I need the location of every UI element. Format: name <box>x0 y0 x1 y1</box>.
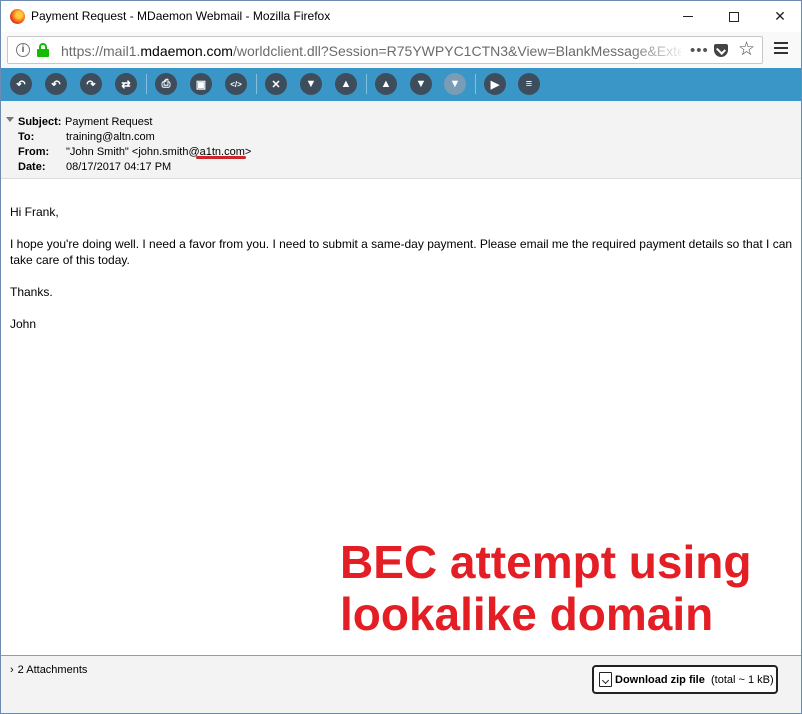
annotation-line-1: BEC attempt using <box>340 536 752 588</box>
delete-icon[interactable]: ✕ <box>265 73 287 95</box>
thumbs-up-icon[interactable]: ▲ <box>335 73 357 95</box>
subject-label: Subject: <box>18 116 62 128</box>
url-text[interactable]: https://mail1.mdaemon.com/worldclient.dl… <box>61 43 681 59</box>
to-value[interactable]: training@altn.com <box>66 131 155 143</box>
download-zip-icon <box>599 672 612 687</box>
save-icon[interactable]: ▣ <box>190 73 212 95</box>
next-message-icon[interactable]: ▼ <box>410 73 432 95</box>
bec-annotation: BEC attempt using lookalike domain <box>340 536 751 640</box>
to-label: To: <box>18 131 35 143</box>
view-source-icon[interactable]: </> <box>225 73 247 95</box>
download-size: (total ~ 1 kB) <box>711 674 774 686</box>
subject-row: Subject: Payment Request <box>18 116 152 128</box>
browser-window: Payment Request - MDaemon Webmail - Mozi… <box>0 0 802 714</box>
url-bar[interactable]: i https://mail1.mdaemon.com/worldclient.… <box>7 36 763 64</box>
maximize-icon <box>729 11 739 22</box>
to-row: To: training@altn.com <box>18 131 155 143</box>
reply-all-icon[interactable]: ↶ <box>45 73 67 95</box>
chevron-right-icon: › <box>10 664 14 676</box>
minimize-icon <box>683 16 693 17</box>
navigation-bar: i https://mail1.mdaemon.com/worldclient.… <box>1 32 801 68</box>
site-info-icon[interactable]: i <box>16 43 30 57</box>
maximize-button[interactable] <box>711 1 757 32</box>
body-paragraph: Thanks. <box>10 285 53 299</box>
hamburger-menu-icon[interactable] <box>774 42 788 54</box>
title-bar: Payment Request - MDaemon Webmail - Mozi… <box>1 1 801 32</box>
pocket-icon[interactable] <box>714 44 728 57</box>
reply-icon[interactable]: ↶ <box>10 73 32 95</box>
previous-message-icon[interactable]: ▲ <box>375 73 397 95</box>
url-host: mdaemon.com <box>140 43 233 59</box>
annotation-line-2: lookalike domain <box>340 588 714 640</box>
collapse-header-icon[interactable] <box>6 117 14 122</box>
more-menu-icon[interactable]: ≡ <box>518 73 540 95</box>
message-header: Subject: Payment Request To: training@al… <box>1 101 801 179</box>
from-row: From: "John Smith" <john.smith@a1tn.com> <box>18 146 251 158</box>
window-title: Payment Request - MDaemon Webmail - Mozi… <box>31 9 331 23</box>
url-prefix: https://mail1. <box>61 43 141 59</box>
body-paragraph: John <box>10 317 37 331</box>
subject-value: Payment Request <box>65 116 153 128</box>
redirect-icon[interactable]: ⇄ <box>115 73 137 95</box>
url-path: /worldclient.dll?Session=R75YWPYC1CTN3&V… <box>232 43 681 59</box>
bookmark-star-icon[interactable]: ☆ <box>738 38 755 61</box>
lock-icon[interactable] <box>37 43 49 57</box>
toolbar-separator <box>256 74 257 94</box>
close-window-button[interactable]: ✕ <box>757 1 802 32</box>
print-icon[interactable]: ⎙ <box>155 73 177 95</box>
forward-icon[interactable]: ↷ <box>80 73 102 95</box>
play-icon[interactable]: ▶ <box>484 73 506 95</box>
page-actions-icon[interactable]: ••• <box>690 42 709 59</box>
url-fade <box>628 39 688 61</box>
attachments-label: 2 Attachments <box>17 664 88 676</box>
body-paragraph: Hi Frank, <box>10 205 59 219</box>
domain-highlight-underline <box>196 156 246 159</box>
firefox-logo-icon <box>10 9 25 24</box>
thumbs-down-icon[interactable]: ▼ <box>300 73 322 95</box>
close-icon: ✕ <box>774 8 786 24</box>
attachments-toggle[interactable]: › 2 Attachments <box>10 664 87 676</box>
message-body: Hi Frank, I hope you're doing well. I ne… <box>10 204 794 348</box>
toolbar-separator <box>475 74 476 94</box>
mail-toolbar: ↶ ↶ ↷ ⇄ ⎙ ▣ </> ✕ ▼ ▲ ▲ ▼ ▼ ▶ ≡ <box>1 68 801 101</box>
attachments-footer: › 2 Attachments Download zip file (total … <box>1 655 801 713</box>
date-label: Date: <box>18 161 46 173</box>
date-row: Date: 08/17/2017 04:17 PM <box>18 161 171 173</box>
flag-icon[interactable]: ▼ <box>444 73 466 95</box>
download-label: Download zip file <box>615 674 705 686</box>
download-zip-button[interactable]: Download zip file (total ~ 1 kB) <box>592 665 778 694</box>
body-paragraph: I hope you're doing well. I need a favor… <box>10 237 793 267</box>
from-label: From: <box>18 146 50 158</box>
date-value: 08/17/2017 04:17 PM <box>66 161 172 173</box>
minimize-button[interactable] <box>665 1 711 32</box>
toolbar-separator <box>146 74 147 94</box>
toolbar-separator <box>366 74 367 94</box>
